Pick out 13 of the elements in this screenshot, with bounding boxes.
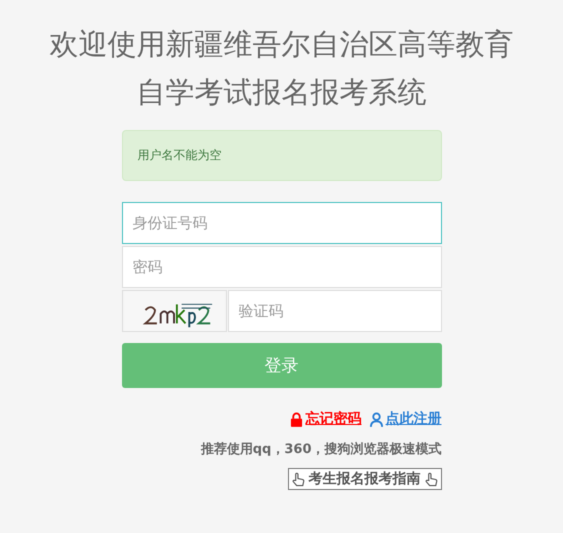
guide-button[interactable]: 考生报名报考指南 <box>288 468 442 490</box>
login-button[interactable]: 登录 <box>122 343 442 388</box>
forgot-password-link[interactable]: 忘记密码 <box>306 410 362 428</box>
page-title: 欢迎使用新疆维吾尔自治区高等教育 <box>50 26 514 63</box>
error-alert: 用户名不能为空 <box>122 130 442 181</box>
browser-tip: 推荐使用qq，360，搜狗浏览器极速模式 <box>200 440 442 458</box>
page-title: 自学考试报名报考系统 <box>136 74 426 111</box>
password-field[interactable]: 密码 <box>122 246 442 288</box>
id-number-field[interactable]: 身份证号码 <box>122 202 442 244</box>
register-link[interactable]: 点此注册 <box>386 410 442 428</box>
pointing-hand-icon <box>292 472 304 486</box>
pointing-hand-icon <box>424 472 438 486</box>
captcha-field[interactable]: 验证码 <box>228 290 442 332</box>
